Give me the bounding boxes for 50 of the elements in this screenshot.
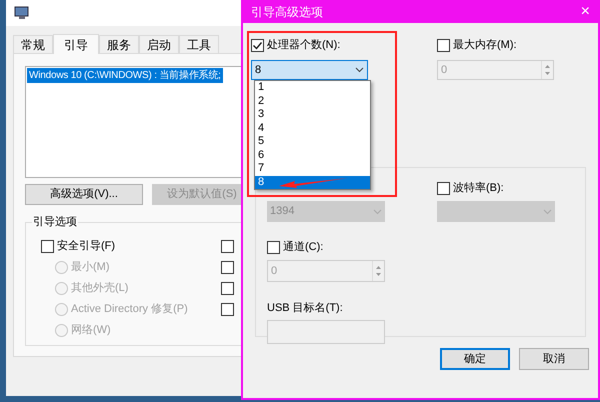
list-option[interactable]: 3	[255, 108, 370, 122]
dropdown-value: 8	[255, 62, 262, 78]
checkbox-label: 通道(C):	[283, 240, 324, 256]
usb-target-field[interactable]	[267, 320, 385, 344]
group-title: 引导选项	[32, 215, 78, 229]
tab[interactable]: 常规	[13, 35, 53, 53]
checkbox[interactable]	[221, 260, 234, 274]
checkbox[interactable]	[437, 39, 450, 52]
checkbox-label: 最大内存(M):	[453, 38, 517, 54]
checkbox[interactable]	[221, 302, 234, 316]
list-option[interactable]: 4	[255, 122, 370, 135]
chevron-down-icon	[355, 67, 364, 73]
spin-arrows-icon	[375, 264, 382, 278]
tab[interactable]: 服务	[99, 35, 139, 53]
checkbox[interactable]	[251, 39, 264, 52]
list-option[interactable]: 2	[255, 94, 370, 108]
usb-target-label: USB 目标名(T):	[267, 301, 344, 315]
processor-count-dropdown[interactable]: 8	[251, 60, 368, 80]
dropdown-value: 1394	[270, 204, 294, 220]
monitor-icon	[14, 6, 30, 20]
list-option[interactable]: 5	[255, 135, 370, 148]
radio-label: Active Directory 修复(P)	[71, 302, 188, 317]
tab[interactable]: 工具	[179, 35, 219, 53]
chevron-down-icon	[373, 208, 382, 214]
button[interactable]: 确定	[440, 348, 510, 370]
checkbox[interactable]	[221, 282, 234, 294]
checkbox-label: 安全引导(F)	[57, 238, 116, 254]
list-option[interactable]: 7	[255, 162, 370, 176]
chevron-down-icon	[543, 208, 552, 214]
dialog-title: 引导高级选项	[251, 4, 323, 20]
checkbox[interactable]	[41, 240, 54, 252]
radio-label: 最小(M)	[71, 260, 110, 275]
spin-arrows-icon	[544, 63, 551, 77]
checkbox-label: 处理器个数(N):	[267, 38, 340, 54]
checkbox[interactable]	[437, 182, 450, 195]
list-item[interactable]: Windows 10 (C:\WINDOWS) : 当前操作系统;	[27, 68, 223, 83]
checkbox[interactable]	[267, 241, 280, 254]
radio-label: 网络(W)	[71, 322, 111, 338]
tab[interactable]: 引导	[53, 34, 99, 54]
checkbox[interactable]	[221, 240, 234, 252]
checkbox-label: 波特率(B):	[453, 180, 504, 196]
button[interactable]: 取消	[519, 348, 589, 370]
spinbox-value: 0	[441, 62, 448, 78]
spinbox-value: 0	[271, 264, 278, 279]
button[interactable]: 高级选项(V)...	[25, 184, 143, 205]
tab[interactable]: 启动	[139, 35, 179, 53]
list-option[interactable]: 1	[255, 81, 370, 94]
list-option[interactable]: 6	[255, 148, 370, 162]
radio-label: 其他外壳(L)	[71, 280, 128, 296]
list-option[interactable]: 8	[255, 176, 370, 189]
